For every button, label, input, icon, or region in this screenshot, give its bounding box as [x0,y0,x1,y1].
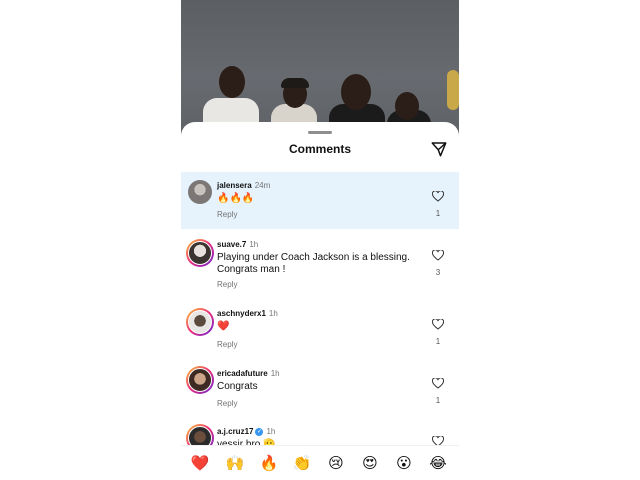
like-heart-icon[interactable] [432,319,444,330]
verified-badge-icon: ✓ [255,427,264,436]
comment-time: 24m [254,181,271,190]
comment-time: 1h [268,309,278,318]
like-heart-icon[interactable] [432,191,444,202]
comment-username[interactable]: ericadafuture 1h [217,369,280,378]
emoji-fire-button[interactable]: 🔥 [256,454,282,472]
comment-time: 1h [249,240,259,249]
quick-emoji-bar: ❤️ 🙌 🔥 👏 😢 😍 😮 😂 [181,445,459,480]
emoji-heart-eyes-button[interactable]: 😍 [357,454,383,472]
emoji-surprised-button[interactable]: 😮 [391,454,417,472]
reply-button[interactable]: Reply [217,399,237,408]
sheet-title: Comments [288,142,351,156]
emoji-crying-button[interactable]: 😢 [323,454,349,472]
comment-text: Playing under Coach Jackson is a blessin… [217,252,410,275]
comment-username[interactable]: jalensera 24m [217,181,270,190]
comment-item: jalensera 24m 🔥🔥🔥 Reply 1 [181,172,459,229]
like-count: 1 [435,209,441,218]
drag-handle[interactable] [308,131,332,134]
reply-button[interactable]: Reply [217,340,237,349]
avatar[interactable] [186,239,214,267]
avatar[interactable] [186,308,214,336]
comment-username[interactable]: a.j.cruz17 ✓ 1h [217,427,275,436]
comment-text: Congrats [217,381,258,392]
comment-username[interactable]: aschnyderx1 1h [217,309,278,318]
comment-time: 1h [266,427,276,436]
comment-item: suave.7 1h Playing under Coach Jackson is… [181,235,459,295]
comment-text: ❤️ [217,321,230,332]
like-heart-icon[interactable] [432,250,444,261]
reply-button[interactable]: Reply [217,210,237,219]
like-count: 1 [435,337,441,346]
comment-username[interactable]: suave.7 1h [217,240,258,249]
comment-text: 🔥🔥🔥 [217,193,255,204]
phone-screen: Comments jalensera 24m 🔥🔥🔥 Reply 1 suave… [181,0,459,480]
send-icon[interactable] [430,140,448,158]
emoji-raised-hands-button[interactable]: 🙌 [222,454,248,472]
like-count: 3 [435,268,441,277]
comment-item: aschnyderx1 1h ❤️ Reply 1 [181,306,459,356]
like-count: 1 [435,396,441,405]
comments-sheet: Comments jalensera 24m 🔥🔥🔥 Reply 1 suave… [181,122,459,480]
like-heart-icon[interactable] [432,378,444,389]
emoji-clap-button[interactable]: 👏 [289,454,315,472]
background-post-photo [181,0,459,140]
comment-item: ericadafuture 1h Congrats Reply 1 [181,364,459,414]
comment-time: 1h [270,369,280,378]
avatar[interactable] [186,366,214,394]
reply-button[interactable]: Reply [217,280,237,289]
emoji-laughing-button[interactable]: 😂 [425,454,451,472]
emoji-heart-button[interactable]: ❤️ [187,454,213,472]
avatar[interactable] [188,180,212,204]
